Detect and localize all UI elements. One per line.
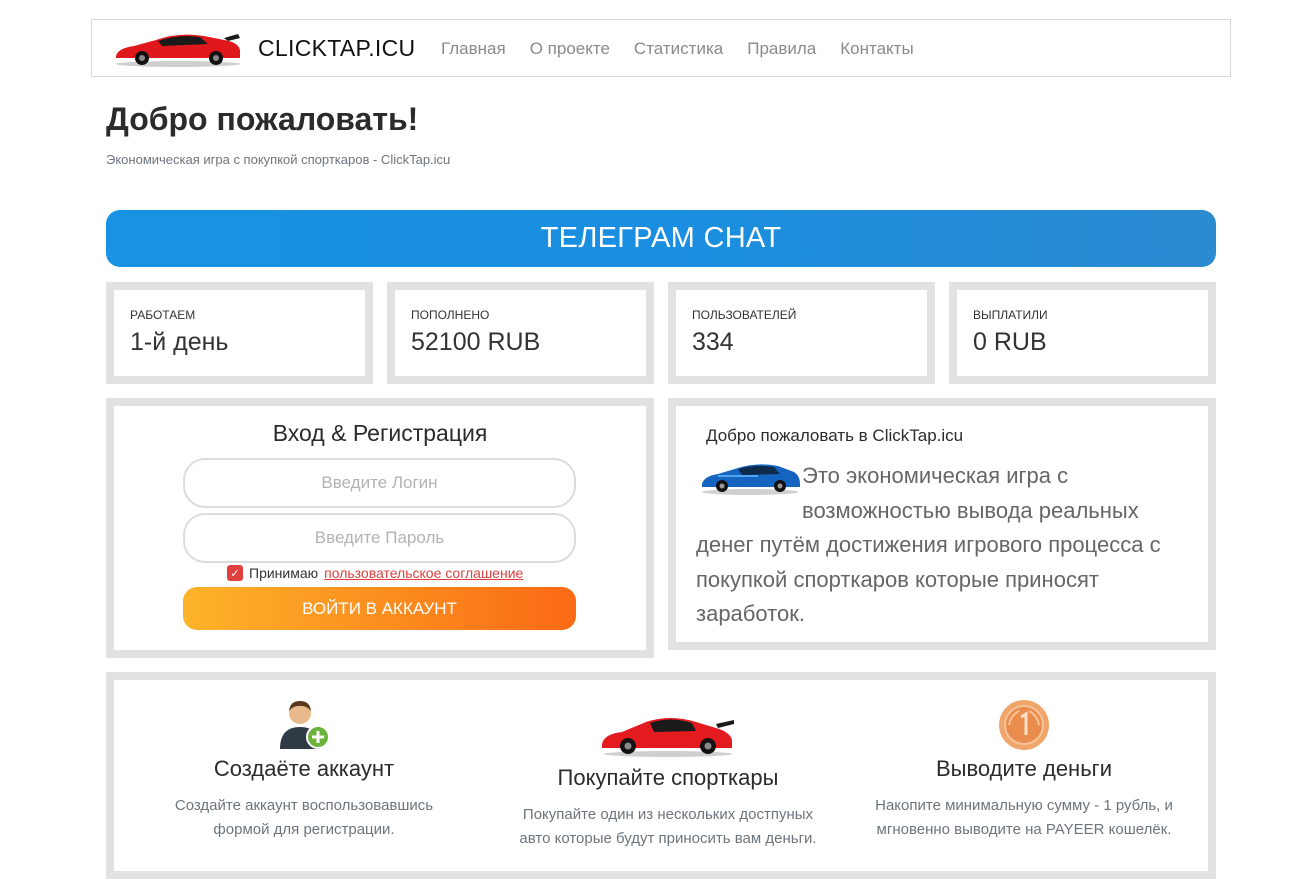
stat-value: 0 RUB xyxy=(973,328,1047,356)
stat-card-deposited: ПОПОЛНЕНО 52100 RUB xyxy=(387,282,654,384)
features-panel: Создаёте аккаунт Создайте аккаунт воспол… xyxy=(106,672,1216,879)
stat-value: 52100 RUB xyxy=(411,328,541,356)
nav-link-home[interactable]: Главная xyxy=(441,39,506,59)
red-sports-car-logo[interactable] xyxy=(112,28,244,68)
stat-label: ПОЛЬЗОВАТЕЛЕЙ xyxy=(692,308,797,322)
feature-description-line: мгновенно выводите на PAYEER кошелёк. xyxy=(876,821,1172,838)
login-panel: Вход & Регистрация ✓ Принимаю пользовате… xyxy=(106,398,654,658)
agreement-checkbox[interactable]: ✓ xyxy=(227,565,243,581)
stat-card-working: РАБОТАЕМ 1-й день xyxy=(106,282,373,384)
feature-description: Покупайте один из нескольких достпуных а… xyxy=(498,803,838,851)
feature-description: Создайте аккаунт воспользовавшись формой… xyxy=(144,794,464,842)
feature-description-line: формой для регистрации. xyxy=(213,821,395,838)
stat-label: ПОПОЛНЕНО xyxy=(411,308,490,322)
feature-create-account: Создаёте аккаунт Создайте аккаунт воспол… xyxy=(144,699,464,842)
feature-description: Накопите минимальную сумму - 1 рубль, и … xyxy=(854,794,1194,842)
feature-title: Выводите деньги xyxy=(936,756,1112,781)
stat-card-users: ПОЛЬЗОВАТЕЛЕЙ 334 xyxy=(668,282,935,384)
info-panel: Добро пожаловать в ClickTap.icu Это экон… xyxy=(668,398,1216,650)
stat-value: 1-й день xyxy=(130,328,229,356)
nav-link-about[interactable]: О проекте xyxy=(530,39,610,59)
feature-title: Создаёте аккаунт xyxy=(213,756,395,781)
agreement-row: ✓ Принимаю пользовательское соглашение xyxy=(227,565,523,581)
feature-description-line: Накопите минимальную сумму - 1 рубль, и xyxy=(875,797,1173,814)
feature-description-line: Покупайте один из нескольких достпуных xyxy=(522,806,814,823)
info-description: Это экономическая игра с возможностью вы… xyxy=(696,463,1161,626)
page-subtitle: Экономическая игра с покупкой спорткаров… xyxy=(106,152,451,167)
add-user-icon xyxy=(280,701,330,749)
login-title: Вход & Регистрация xyxy=(272,420,488,446)
info-title: Добро пожаловать в ClickTap.icu xyxy=(706,426,964,445)
login-input[interactable] xyxy=(183,458,576,508)
nav-link-statistics[interactable]: Статистика xyxy=(634,39,723,59)
page-title: Добро пожаловать! xyxy=(106,101,419,137)
nav-link-rules[interactable]: Правила xyxy=(747,39,816,59)
stat-card-paid-out: ВЫПЛАТИЛИ 0 RUB xyxy=(949,282,1216,384)
nav-menu: Главная О проекте Статистика Правила Кон… xyxy=(441,39,914,59)
login-submit-button[interactable]: ВОЙТИ В АККАУНТ xyxy=(183,587,576,630)
feature-description-line: авто которые будут приносить вам деньги. xyxy=(519,830,817,847)
sports-car-icon xyxy=(602,718,734,757)
feature-title: Покупайте спорткары xyxy=(557,765,779,790)
stat-label: ВЫПЛАТИЛИ xyxy=(973,308,1048,322)
stat-value: 334 xyxy=(692,328,734,356)
navbar: CLICKTAP.ICU Главная О проекте Статистик… xyxy=(91,19,1231,77)
telegram-chat-button[interactable]: ТЕЛЕГРАМ СНАТ xyxy=(106,210,1216,267)
agreement-text: Принимаю xyxy=(249,565,319,581)
stat-label: РАБОТАЕМ xyxy=(130,308,196,322)
nav-link-contacts[interactable]: Контакты xyxy=(840,39,913,59)
feature-description-line: Создайте аккаунт воспользовавшись xyxy=(174,797,434,814)
brand-name[interactable]: CLICKTAP.ICU xyxy=(258,35,415,62)
password-input[interactable] xyxy=(183,513,576,563)
user-agreement-link[interactable]: пользовательское соглашение xyxy=(324,565,523,581)
feature-withdraw-money: Выводите деньги Накопите минимальную сум… xyxy=(854,699,1194,842)
feature-buy-cars: Покупайте спорткары Покупайте один из не… xyxy=(498,704,838,851)
coin-icon xyxy=(999,700,1049,750)
